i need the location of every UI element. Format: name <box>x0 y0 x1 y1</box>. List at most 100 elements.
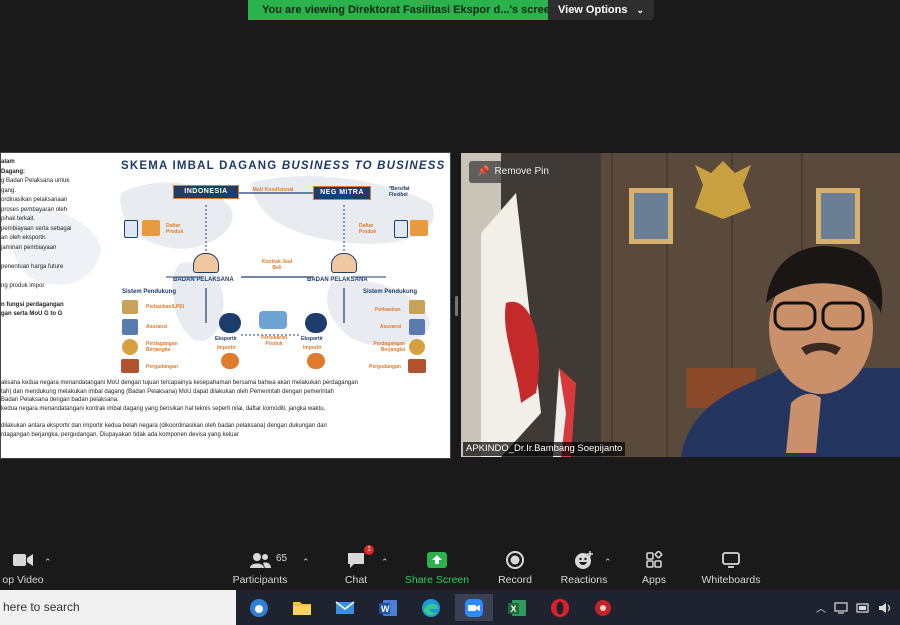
taskbar-word-icon[interactable]: W <box>369 594 407 621</box>
chat-button[interactable]: 1 Chat <box>336 545 376 589</box>
slide-title: SKEMA IMBAL DAGANG BUSINESS TO BUSINESS <box>121 160 446 172</box>
group-people-icon <box>193 253 219 273</box>
label-eksportir-left: Eksportir <box>215 336 237 342</box>
participant-video-tile[interactable]: 📌 Remove Pin APKINDO_Dr.Ir.Bambang Soepi… <box>461 153 900 457</box>
boxes-icon <box>410 220 428 236</box>
taskbar-edge-icon[interactable] <box>412 594 450 621</box>
reactions-chevron-icon[interactable]: ⌃ <box>604 557 612 568</box>
chat-icon: 1 <box>346 545 374 571</box>
futures-icon <box>409 339 425 355</box>
participants-label: Participants <box>232 574 288 586</box>
taskbar-zoom-icon[interactable] <box>455 594 493 621</box>
video-feed-image <box>461 153 900 457</box>
label-eksportir-right: Eksportir <box>301 336 323 342</box>
people-icon <box>219 313 241 333</box>
left-text-line: alam <box>1 159 15 165</box>
chat-unread-badge: 1 <box>364 545 374 555</box>
video-camera-icon <box>12 549 34 571</box>
left-text-line: penentuan harga future <box>1 263 64 270</box>
support-item-right: Perbankan <box>375 307 401 313</box>
participants-chevron-icon[interactable]: ⌃ <box>302 557 310 568</box>
left-text-line: pihak terkait. <box>1 216 36 222</box>
bottom-text-line: aksana kedua negara menandatangani MoU d… <box>1 380 358 386</box>
box-neg-mitra: NEG MITRA <box>313 186 371 200</box>
apps-button[interactable]: Apps <box>634 545 674 589</box>
svg-text:X: X <box>511 604 517 614</box>
boxes-icon <box>142 220 160 236</box>
people-icon <box>307 353 325 369</box>
meeting-toolbar: op Video ⌃ 65 Participants ⌃ 1 Chat ⌃ Sh… <box>0 545 900 589</box>
share-screen-icon <box>426 549 448 571</box>
label-mou: MoU Kondisional <box>252 187 294 193</box>
taskbar-mail-icon[interactable] <box>326 594 364 621</box>
reactions-icon <box>574 549 594 571</box>
battery-icon[interactable] <box>856 602 870 613</box>
taskbar-red-app-icon[interactable] <box>584 594 622 621</box>
stop-video-button[interactable]: op Video <box>0 545 46 589</box>
warehouse-icon <box>121 359 139 373</box>
left-text-line: g Badan Pelaksana untuk <box>1 178 70 184</box>
pin-icon: 📌 <box>477 166 490 177</box>
whiteboard-icon <box>721 549 741 571</box>
document-icon <box>124 220 138 238</box>
record-button[interactable]: Record <box>492 545 538 589</box>
label-kontrak-jual-beli: Kontrak Jual Beli <box>261 259 293 271</box>
video-options-chevron-icon[interactable]: ⌃ <box>44 557 52 568</box>
share-banner: You are viewing Direktorat Fasilitasi Ek… <box>248 0 654 20</box>
chat-label: Chat <box>344 574 368 586</box>
bottom-text-line: tah) dan mendukung melakukan imbal dagan… <box>1 388 334 395</box>
group-people-icon <box>331 253 357 273</box>
support-item-right: Asuransi <box>380 324 402 330</box>
bank-icon <box>122 300 138 314</box>
whiteboards-button[interactable]: Whiteboards <box>696 545 766 589</box>
taskbar-search-placeholder: here to search <box>3 600 80 614</box>
left-text-line: proses pembayaran oleh <box>1 206 68 213</box>
share-banner-message: You are viewing Direktorat Fasilitasi Ek… <box>248 0 548 20</box>
insurance-icon <box>409 319 425 335</box>
label-daftar-produk-right: Daftar Produk <box>359 223 377 235</box>
chat-chevron-icon[interactable]: ⌃ <box>381 557 389 568</box>
record-label: Record <box>498 574 532 586</box>
split-view-divider[interactable] <box>455 296 458 316</box>
people-icon <box>305 313 327 333</box>
bank-icon <box>409 300 425 314</box>
taskbar-opera-icon[interactable] <box>541 594 579 621</box>
whiteboards-label: Whiteboards <box>701 574 761 586</box>
support-item-right: Pergudangan <box>369 364 401 370</box>
taskbar-excel-icon[interactable]: X <box>498 594 536 621</box>
stop-video-label: op Video <box>2 574 44 586</box>
taskbar-search-box[interactable]: here to search <box>0 590 236 625</box>
view-options-label: View Options <box>558 4 628 16</box>
remove-pin-button[interactable]: 📌 Remove Pin <box>469 161 557 183</box>
slide-title-main: SKEMA IMBAL DAGANG <box>121 160 282 172</box>
zoom-meeting-window: You are viewing Direktorat Fasilitasi Ek… <box>0 0 900 625</box>
volume-icon[interactable] <box>878 602 892 614</box>
label-importir-left: Importir <box>217 345 236 351</box>
label-daftar-produk-left: Daftar Produk <box>166 223 184 235</box>
remove-pin-label: Remove Pin <box>494 166 549 177</box>
label-bersifat-flexibel: *Bersifat Flexibel <box>389 186 410 198</box>
left-text-line: ng produk impor <box>1 282 45 289</box>
apps-icon <box>645 549 663 571</box>
participant-name-label: APKINDO_Dr.Ir.Bambang Soepijanto <box>463 442 626 456</box>
people-icon <box>221 353 239 369</box>
participants-button[interactable]: 65 Participants <box>228 545 292 589</box>
view-options-button[interactable]: View Options ⌄ <box>548 0 654 20</box>
slide-title-italic: BUSINESS TO BUSINESS <box>281 160 446 172</box>
bottom-text-line: dilakukan antara eksportir dan importir … <box>1 422 327 429</box>
left-text-line: Dagang: <box>1 168 25 175</box>
tray-chevron-up-icon[interactable]: ︿ <box>816 600 826 615</box>
taskbar-file-explorer-icon[interactable] <box>283 594 321 621</box>
left-text-line: gan serta MoU G to G <box>1 311 63 317</box>
futures-icon <box>122 339 138 355</box>
record-icon <box>505 549 525 571</box>
shared-screen-slide: SKEMA IMBAL DAGANG BUSINESS TO BUSINESS … <box>0 152 451 459</box>
taskbar-edge-legacy-icon[interactable] <box>240 594 278 621</box>
support-item-left: Perdagangan Berjangka <box>146 341 178 353</box>
support-item-left: Pergudangan <box>146 364 178 370</box>
network-icon[interactable] <box>834 601 848 614</box>
share-screen-button[interactable]: Share Screen <box>402 545 472 589</box>
label-badan-pelaksana-right: BADAN PELAKSANA <box>307 277 368 283</box>
label-importir-right: Importir <box>303 345 322 351</box>
bottom-text-line <box>1 413 446 422</box>
